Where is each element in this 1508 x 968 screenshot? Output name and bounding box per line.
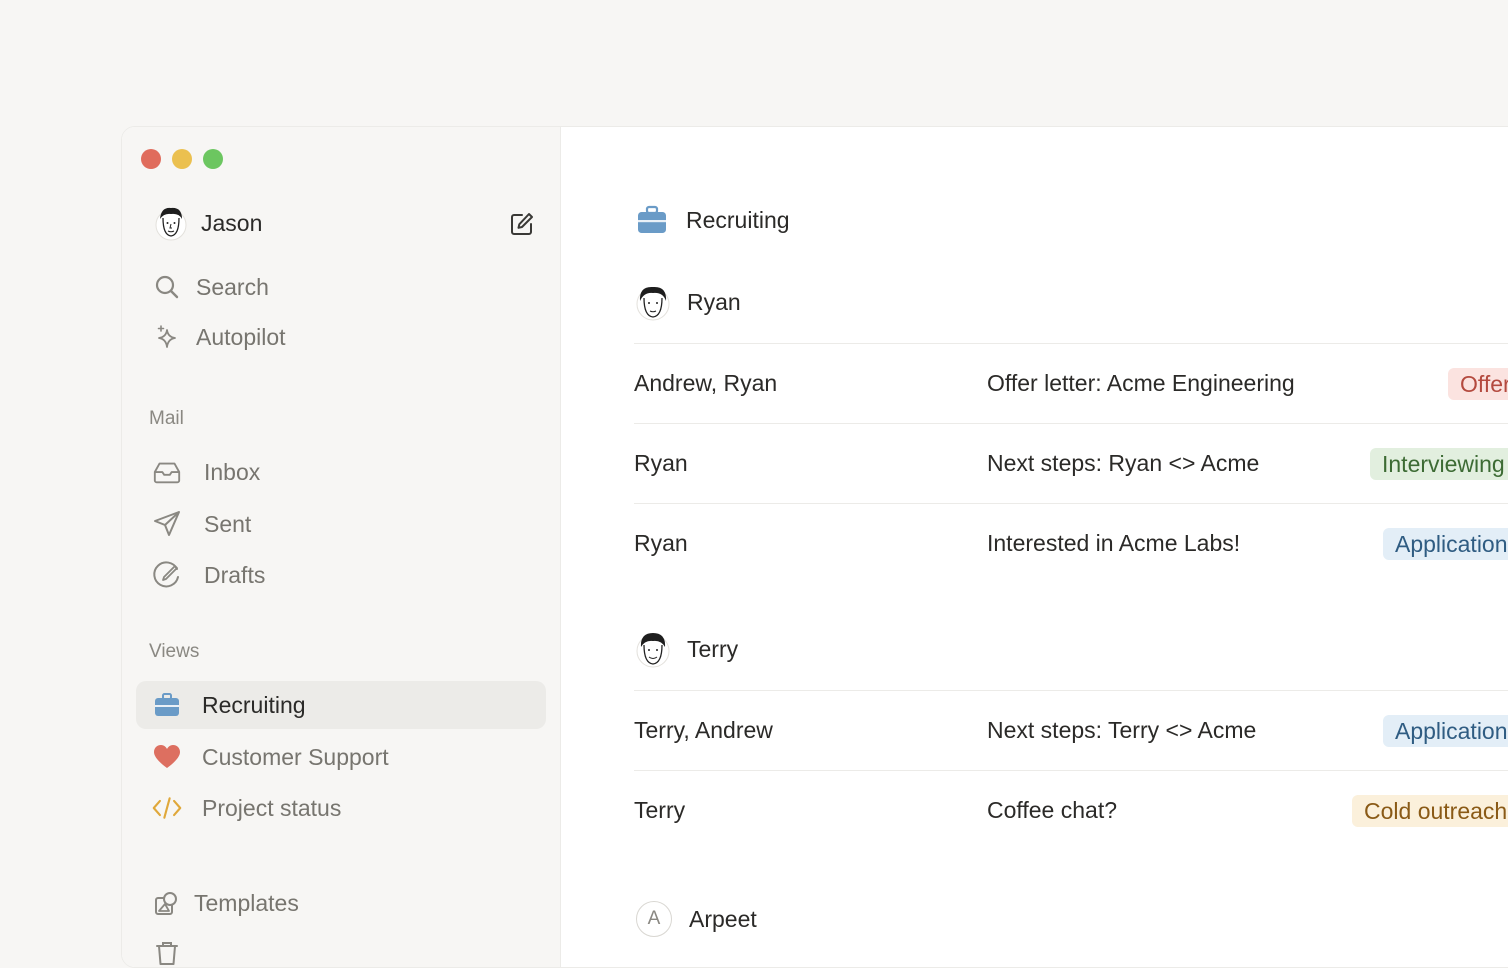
minimize-window-button[interactable] [172, 149, 192, 169]
sidebar-item-label: Templates [194, 889, 299, 916]
row-from: Terry, Andrew [634, 717, 773, 743]
mail-section-label: Mail [149, 408, 184, 429]
briefcase-icon [152, 690, 182, 720]
sidebar-item-autopilot[interactable]: Autopilot [152, 317, 286, 357]
table-row[interactable]: Ryan Interested in Acme Labs! Applicatio… [634, 504, 1508, 584]
status-badge: Offer [1448, 368, 1508, 400]
sidebar-item-label: Sent [204, 510, 252, 537]
briefcase-icon [638, 205, 666, 233]
heart-icon [152, 742, 182, 772]
view-title: Recruiting [636, 205, 790, 235]
table-row[interactable]: Terry, Andrew Next steps: Terry <> Acme … [634, 691, 1508, 771]
sidebar-item-sent[interactable]: Sent [152, 504, 251, 544]
app-window: Jason Search Autopilot Mail Inbox Sent D… [121, 126, 1508, 968]
trash-icon [152, 938, 182, 967]
group-header-arpeet[interactable]: A Arpeet [636, 901, 757, 937]
sidebar: Jason Search Autopilot Mail Inbox Sent D… [122, 127, 561, 967]
row-subject: Offer letter: Acme Engineering [987, 370, 1295, 396]
row-from: Ryan [634, 530, 688, 556]
main-pane: Recruiting Ryan Andrew, Ryan Offer lette… [561, 127, 1508, 967]
group-name: Terry [687, 635, 739, 662]
sidebar-item-search[interactable]: Search [152, 267, 269, 307]
compose-icon[interactable] [509, 211, 535, 237]
templates-icon [152, 888, 182, 918]
user-avatar [155, 207, 187, 241]
drafts-icon [152, 560, 182, 590]
sidebar-item-label: Inbox [204, 458, 261, 485]
contact-avatar [636, 633, 670, 668]
views-section-label: Views [149, 641, 200, 662]
contact-avatar [636, 286, 670, 321]
sidebar-item-inbox[interactable]: Inbox [152, 452, 260, 492]
sidebar-item-drafts[interactable]: Drafts [152, 555, 265, 595]
group-name: Arpeet [689, 905, 757, 932]
sidebar-item-project-status[interactable]: Project status [152, 788, 341, 828]
row-subject: Interested in Acme Labs! [987, 530, 1241, 556]
zoom-window-button[interactable] [203, 149, 223, 169]
sidebar-item-label: Autopilot [196, 323, 286, 350]
sidebar-item-label: Search [196, 273, 269, 300]
row-subject: Coffee chat? [987, 797, 1118, 823]
sidebar-item-label: Recruiting [202, 691, 306, 718]
table-row[interactable]: Ryan Next steps: Ryan <> Acme Interviewi… [634, 424, 1508, 504]
sidebar-item-label: Project status [202, 794, 342, 821]
group-header-terry[interactable]: Terry [636, 630, 738, 668]
paper-plane-icon [152, 509, 182, 539]
group-name: Ryan [687, 288, 741, 315]
sidebar-item-recruiting[interactable]: Recruiting [152, 685, 306, 725]
search-icon [152, 272, 182, 302]
row-from: Terry [634, 797, 686, 823]
row-subject: Next steps: Ryan <> Acme [987, 450, 1260, 476]
row-from: Andrew, Ryan [634, 370, 778, 396]
status-badge: Interviewing [1370, 448, 1508, 480]
row-from: Ryan [634, 450, 688, 476]
status-badge: Cold outreach [1352, 795, 1508, 827]
window-controls [141, 149, 223, 169]
sidebar-item-templates[interactable]: Templates [152, 883, 299, 923]
sidebar-item-label: Drafts [204, 561, 266, 588]
contact-avatar: A [636, 901, 672, 937]
status-badge: Application [1383, 715, 1508, 747]
view-title-label: Recruiting [686, 206, 790, 233]
code-icon [152, 793, 182, 823]
inbox-icon [152, 457, 182, 487]
table-row[interactable]: Andrew, Ryan Offer letter: Acme Engineer… [634, 344, 1508, 424]
sidebar-item-label: Customer Support [202, 743, 389, 770]
sidebar-item-trash[interactable] [152, 933, 182, 967]
sparkle-icon [152, 322, 182, 352]
status-badge: Application [1383, 528, 1508, 560]
close-window-button[interactable] [141, 149, 161, 169]
table-row[interactable]: Terry Coffee chat? Cold outreach [634, 771, 1508, 851]
account-switcher[interactable]: Jason [155, 203, 535, 243]
row-subject: Next steps: Terry <> Acme [987, 717, 1257, 743]
sidebar-item-customer-support[interactable]: Customer Support [152, 737, 389, 777]
group-header-ryan[interactable]: Ryan [636, 283, 741, 321]
user-name: Jason [201, 209, 263, 236]
